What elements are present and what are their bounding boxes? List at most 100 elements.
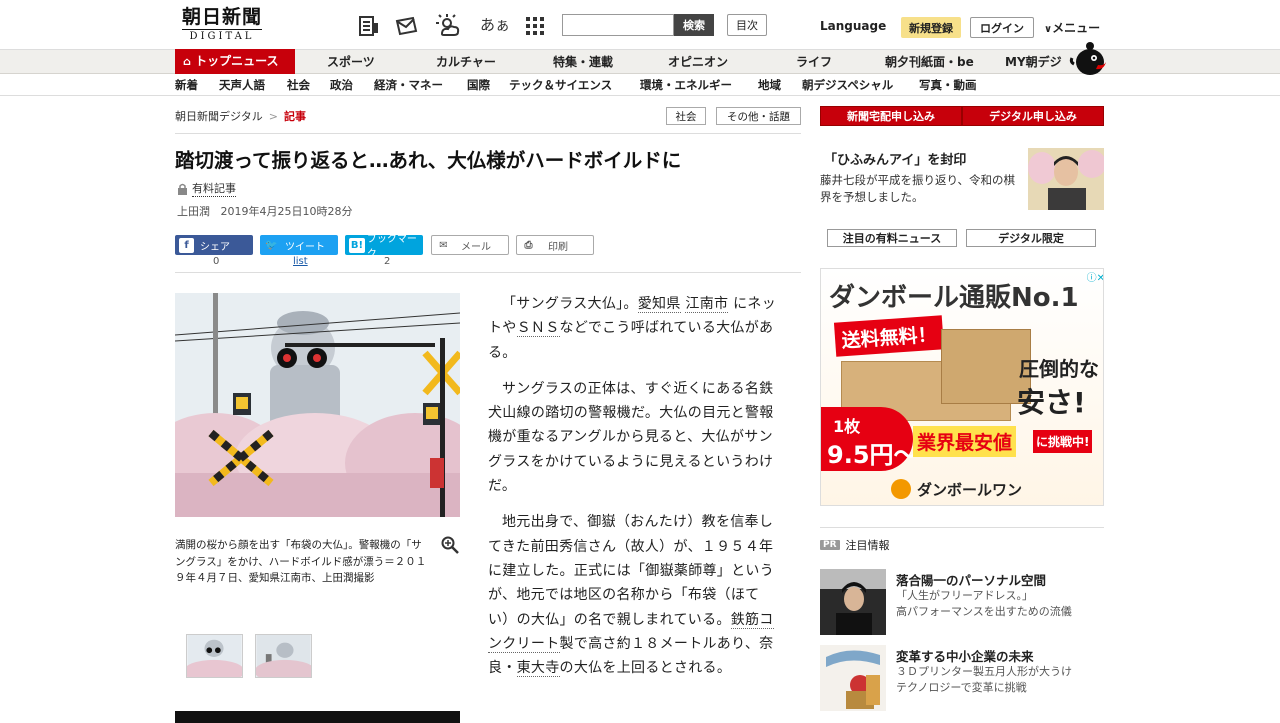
photo-thumbnail[interactable] bbox=[186, 634, 243, 678]
nav-latest[interactable]: 新着 bbox=[175, 75, 198, 96]
pr-title[interactable]: 変革する中小企業の未来 bbox=[896, 646, 1034, 665]
mascot-icon bbox=[1069, 42, 1106, 75]
logo-subtitle: DIGITAL bbox=[182, 29, 262, 43]
ad-unit: 1枚 bbox=[833, 417, 861, 436]
mail-icon[interactable] bbox=[395, 14, 419, 38]
photo-thumbnail[interactable] bbox=[255, 634, 312, 678]
weather-icon[interactable] bbox=[436, 14, 460, 38]
hatena-icon: B! bbox=[349, 237, 365, 253]
toc-button[interactable]: 目次 bbox=[727, 14, 767, 36]
nav-life[interactable]: ライフ bbox=[796, 50, 832, 74]
pr-title[interactable]: 落合陽一のパーソナル空間 bbox=[896, 570, 1046, 589]
link-sns[interactable]: ＳＮＳ bbox=[516, 320, 560, 338]
byline: 上田潤 2019年4月25日10時28分 bbox=[177, 203, 352, 219]
tab-digital-only[interactable]: デジタル限定 bbox=[966, 229, 1096, 247]
feature-image[interactable] bbox=[1028, 148, 1104, 210]
logo-title: 朝日新聞 bbox=[182, 6, 263, 28]
facebook-share-button[interactable]: f シェア bbox=[175, 235, 253, 255]
nav-tensei-jingo[interactable]: 天声人語 bbox=[219, 75, 265, 96]
facebook-icon: f bbox=[179, 237, 194, 253]
hatena-count: 2 bbox=[384, 256, 391, 267]
nav-environment[interactable]: 環境・エネルギー bbox=[640, 75, 732, 96]
signup-button[interactable]: 新規登録 bbox=[901, 17, 961, 38]
menu-button[interactable]: ∨メニュー bbox=[1044, 19, 1100, 36]
pr-heading: PR 注目情報 bbox=[820, 537, 890, 553]
pr-image[interactable] bbox=[820, 569, 886, 635]
mail-share-button[interactable]: ✉ メール bbox=[431, 235, 509, 255]
article-photo[interactable] bbox=[175, 293, 460, 517]
paid-article-label[interactable]: 有料記事 bbox=[177, 180, 236, 197]
pr-badge: PR bbox=[820, 540, 840, 550]
grid-icon[interactable] bbox=[523, 14, 547, 38]
breadcrumb-home[interactable]: 朝日新聞デジタル bbox=[175, 110, 263, 123]
nav-region[interactable]: 地域 bbox=[758, 75, 781, 96]
site-logo[interactable]: 朝日新聞 DIGITAL bbox=[182, 6, 262, 44]
ad-brand: ダンボールワン bbox=[917, 481, 1023, 499]
paragraph: サングラスの正体は、すぐ近くにある名鉄犬山線の踏切の警報機だ。大仏の目元と警報機… bbox=[488, 380, 774, 495]
nav-my-asahi[interactable]: MY朝デジ bbox=[1005, 50, 1062, 74]
language-link[interactable]: Language bbox=[820, 19, 886, 33]
pr-image[interactable] bbox=[820, 645, 886, 711]
font-size-icon[interactable]: あぁ bbox=[480, 14, 510, 35]
twitter-icon: 🐦 bbox=[265, 239, 278, 251]
nav-society[interactable]: 社会 bbox=[287, 75, 310, 96]
breadcrumb-current: 記事 bbox=[284, 110, 306, 123]
paper-icon[interactable] bbox=[357, 14, 381, 38]
nav-top-news[interactable]: ⌂ トップニュース bbox=[175, 49, 295, 74]
ad-challenge: に挑戦中! bbox=[1033, 430, 1093, 453]
breadcrumb-separator: > bbox=[268, 110, 278, 123]
article-title: 踏切渡って振り返ると…あれ、大仏様がハードボイルドに bbox=[175, 149, 682, 172]
ad-choices-icon[interactable]: ⓘ✕ bbox=[1077, 269, 1103, 284]
link-todaiji[interactable]: 東大寺 bbox=[516, 660, 560, 678]
ad-headline: ダンボール通販No.1 bbox=[829, 283, 1079, 313]
photo-caption: 満開の桜から顔を出す「布袋の大仏」。警報機の「サングラス」をかけ、ハードボイルド… bbox=[175, 539, 427, 584]
search-input[interactable] bbox=[562, 14, 674, 36]
paid-article-text: 有料記事 bbox=[192, 182, 236, 197]
nav-politics[interactable]: 政治 bbox=[330, 75, 353, 96]
article-body: 「サングラス大仏」。愛知県 江南市 にネットやＳＮＳなどでこう呼ばれている大仏が… bbox=[488, 292, 780, 692]
pr-description: ３Ｄプリンター製五月人形が大うけ テクノロジーで変革に挑戦 bbox=[896, 665, 1072, 694]
nav-opinion[interactable]: オピニオン bbox=[668, 50, 728, 74]
twitter-share-button[interactable]: 🐦 ツイート bbox=[260, 235, 338, 255]
nav-newspaper[interactable]: 朝夕刊紙面・be bbox=[885, 50, 974, 74]
menu-label: メニュー bbox=[1052, 21, 1101, 35]
paragraph: 「サングラス大仏」。愛知県 江南市 にネットやＳＮＳなどでこう呼ばれている大仏が… bbox=[488, 296, 776, 361]
divider bbox=[820, 527, 1104, 528]
login-button[interactable]: ログイン bbox=[970, 17, 1034, 38]
nav-culture[interactable]: カルチャー bbox=[436, 50, 496, 74]
zoom-icon[interactable] bbox=[441, 536, 459, 554]
divider bbox=[175, 272, 801, 273]
sidebar-ad[interactable]: ダンボール通販No.1 送料無料！ 圧倒的な 安さ! 1枚 9.5円〜 業界最安… bbox=[820, 268, 1104, 506]
digital-subscribe-button[interactable]: デジタル申し込み bbox=[962, 106, 1104, 126]
nav-tech-science[interactable]: テック＆サイエンス bbox=[509, 75, 612, 96]
tag-misc[interactable]: その他・話題 bbox=[716, 107, 801, 125]
ad-price: 9.5円〜 bbox=[827, 441, 918, 469]
nav-international[interactable]: 国際 bbox=[467, 75, 490, 96]
publish-date: 2019年4月25日10時28分 bbox=[220, 205, 353, 218]
pr-description: 「人生がフリーアドレス。」 高パフォーマンスを出すための流儀 bbox=[896, 589, 1072, 618]
link-aichi[interactable]: 愛知県 bbox=[637, 296, 681, 313]
print-button[interactable]: ⎙ 印刷 bbox=[516, 235, 594, 255]
tag-society[interactable]: 社会 bbox=[666, 107, 706, 125]
chevron-down-icon: ∨ bbox=[1044, 24, 1053, 35]
nav-photo-video[interactable]: 写真・動画 bbox=[919, 75, 977, 96]
ad-brand-icon bbox=[891, 479, 911, 499]
newspaper-subscribe-button[interactable]: 新聞宅配申し込み bbox=[820, 106, 962, 126]
search-button[interactable]: 検索 bbox=[674, 14, 714, 36]
tab-paid-news[interactable]: 注目の有料ニュース bbox=[827, 229, 957, 247]
secondary-nav: 新着 天声人語 社会 政治 経済・マネー 国際 テック＆サイエンス 環境・エネル… bbox=[0, 75, 1280, 96]
twitter-list-link[interactable]: list bbox=[293, 256, 308, 267]
nav-special[interactable]: 朝デジスペシャル bbox=[802, 75, 893, 96]
link-konan[interactable]: 江南市 bbox=[685, 296, 729, 313]
ad-cheap-line2: 安さ! bbox=[1017, 386, 1086, 419]
nav-features[interactable]: 特集・連載 bbox=[553, 50, 613, 74]
hatena-bookmark-button[interactable]: B! ブックマーク bbox=[345, 234, 423, 260]
feature-title[interactable]: 「ひふみんアイ」を封印 bbox=[824, 149, 966, 168]
facebook-count: 0 bbox=[213, 256, 220, 267]
feature-description: 藤井七段が平成を振り返り、令和の棋界を予想しました。 bbox=[820, 173, 1016, 204]
nav-economy[interactable]: 経済・マネー bbox=[374, 75, 443, 96]
ad-lowest-price: 業界最安値 bbox=[913, 426, 1017, 457]
nav-sports[interactable]: スポーツ bbox=[327, 50, 375, 74]
bottom-ad[interactable] bbox=[175, 711, 460, 723]
author: 上田潤 bbox=[177, 205, 210, 218]
